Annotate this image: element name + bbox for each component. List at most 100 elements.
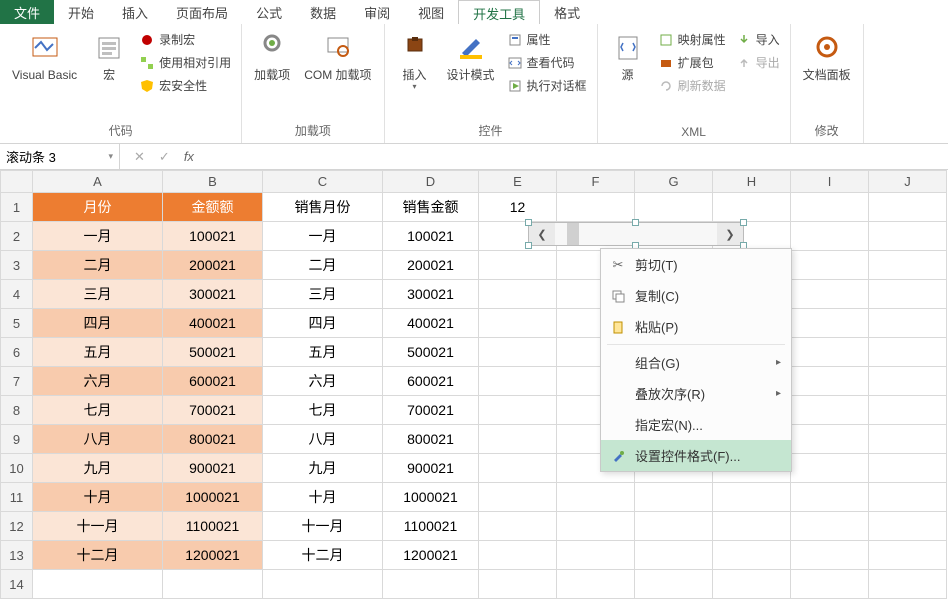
cell[interactable]: 1000021 [163,483,263,512]
cell[interactable] [713,570,791,599]
cell[interactable] [383,570,479,599]
cell[interactable]: 500021 [163,338,263,367]
cell[interactable]: 1200021 [383,541,479,570]
cell[interactable] [869,251,947,280]
cell[interactable] [479,338,557,367]
cell-b1[interactable]: 金额额 [163,193,263,222]
tab-review[interactable]: 审阅 [350,0,404,24]
refresh-data-button[interactable]: 刷新数据 [656,76,728,95]
cell[interactable] [263,570,383,599]
cell[interactable]: 一月 [33,222,163,251]
row-header-10[interactable]: 10 [1,454,33,483]
cell[interactable]: 1000021 [383,483,479,512]
ctx-order[interactable]: 叠放次序(R) ▸ [601,378,791,409]
cell[interactable] [869,483,947,512]
ctx-cut[interactable]: ✂ 剪切(T) [601,249,791,280]
cell[interactable]: 900021 [383,454,479,483]
cell[interactable] [869,280,947,309]
cell[interactable] [557,541,635,570]
cell[interactable] [869,570,947,599]
cell[interactable] [163,570,263,599]
cell[interactable] [791,251,869,280]
cell[interactable] [869,338,947,367]
col-header-f[interactable]: F [557,171,635,193]
cell[interactable]: 700021 [383,396,479,425]
macro-security-button[interactable]: 宏安全性 [137,76,233,95]
cell[interactable]: 四月 [263,309,383,338]
cell-d1[interactable]: 销售金额 [383,193,479,222]
record-macro-button[interactable]: 录制宏 [137,30,233,49]
cell[interactable]: 六月 [263,367,383,396]
cell[interactable]: 600021 [383,367,479,396]
col-header-c[interactable]: C [263,171,383,193]
cell[interactable] [479,251,557,280]
row-header-9[interactable]: 9 [1,425,33,454]
cell[interactable]: 四月 [33,309,163,338]
fx-icon[interactable]: fx [184,149,194,164]
cell[interactable] [869,454,947,483]
cell[interactable]: 七月 [33,396,163,425]
cell[interactable] [557,512,635,541]
cell[interactable]: 100021 [163,222,263,251]
cell[interactable]: 九月 [33,454,163,483]
view-code-button[interactable]: 查看代码 [505,53,589,72]
use-relative-refs-button[interactable]: 使用相对引用 [137,53,233,72]
cell[interactable]: 100021 [383,222,479,251]
scroll-thumb[interactable] [567,223,579,245]
row-header-4[interactable]: 4 [1,280,33,309]
cell[interactable]: 三月 [263,280,383,309]
cell[interactable] [791,512,869,541]
map-properties-button[interactable]: 映射属性 [656,30,728,49]
cell[interactable] [869,193,947,222]
ctx-format-control[interactable]: 设置控件格式(F)... [601,440,791,471]
cell[interactable]: 八月 [263,425,383,454]
insert-control-button[interactable]: 插入 ▾ [393,28,437,92]
name-box[interactable]: 滚动条 3 [0,144,120,169]
ctx-assign-macro[interactable]: 指定宏(N)... [601,409,791,440]
cell[interactable]: 1100021 [163,512,263,541]
addins-button[interactable]: 加载项 [250,28,294,82]
col-header-d[interactable]: D [383,171,479,193]
row-header-6[interactable]: 6 [1,338,33,367]
tab-view[interactable]: 视图 [404,0,458,24]
cell[interactable]: 400021 [163,309,263,338]
cell[interactable]: 700021 [163,396,263,425]
cell[interactable]: 300021 [383,280,479,309]
cell[interactable]: 400021 [383,309,479,338]
col-header-i[interactable]: I [791,171,869,193]
cell[interactable]: 十一月 [263,512,383,541]
cell[interactable]: 500021 [383,338,479,367]
cell-e1[interactable]: 12 [479,193,557,222]
ctx-paste[interactable]: 粘贴(P) [601,311,791,342]
properties-button[interactable]: 属性 [505,30,589,49]
cell[interactable] [479,280,557,309]
com-addins-button[interactable]: COM 加载项 [300,28,375,82]
cell[interactable] [635,541,713,570]
cell[interactable] [713,512,791,541]
cell[interactable] [479,367,557,396]
row-header-1[interactable]: 1 [1,193,33,222]
row-header-8[interactable]: 8 [1,396,33,425]
cell[interactable]: 十二月 [33,541,163,570]
cell[interactable]: 九月 [263,454,383,483]
cell[interactable] [791,309,869,338]
col-header-b[interactable]: B [163,171,263,193]
cell[interactable] [869,541,947,570]
row-header-5[interactable]: 5 [1,309,33,338]
cell[interactable] [33,570,163,599]
cell[interactable] [713,541,791,570]
tab-developer[interactable]: 开发工具 [458,0,540,24]
cell[interactable]: 800021 [383,425,479,454]
row-header-2[interactable]: 2 [1,222,33,251]
col-header-h[interactable]: H [713,171,791,193]
formula-input[interactable] [208,144,948,169]
tab-insert[interactable]: 插入 [108,0,162,24]
cell[interactable] [635,483,713,512]
document-panel-button[interactable]: 文档面板 [799,28,855,82]
col-header-j[interactable]: J [869,171,947,193]
expansion-pack-button[interactable]: 扩展包 [656,53,728,72]
col-header-g[interactable]: G [635,171,713,193]
tab-page-layout[interactable]: 页面布局 [162,0,242,24]
cell[interactable]: 十二月 [263,541,383,570]
row-header-12[interactable]: 12 [1,512,33,541]
